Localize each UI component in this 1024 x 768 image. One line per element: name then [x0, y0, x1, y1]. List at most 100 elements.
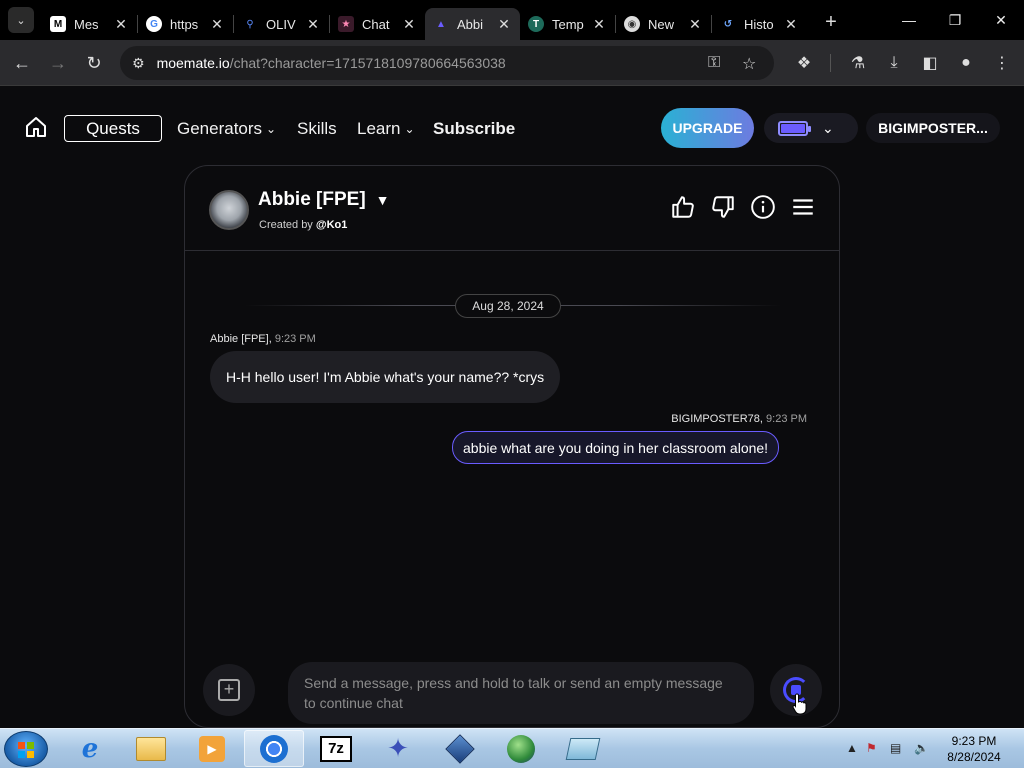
browser-tab[interactable]: T Temp ✕: [520, 8, 615, 40]
home-icon[interactable]: [24, 115, 48, 139]
url-domain: moemate.io: [156, 55, 230, 71]
new-tab-plus-icon[interactable]: +: [817, 8, 845, 36]
window-app-icon: [565, 737, 601, 760]
close-tab-icon[interactable]: ✕: [687, 16, 703, 33]
reload-icon[interactable]: ↻: [76, 45, 112, 81]
chevron-down-icon: ⌄: [822, 119, 834, 136]
internet-explorer-taskbar[interactable]: e: [60, 730, 120, 767]
close-window-icon[interactable]: ✕: [978, 0, 1024, 40]
creator-link[interactable]: @Ko1: [316, 219, 348, 231]
close-tab-icon[interactable]: ✕: [783, 16, 799, 33]
hamburger-menu-icon[interactable]: [790, 194, 816, 220]
address-bar[interactable]: ⚙ moemate.io/chat?character=171571810978…: [120, 46, 774, 80]
message-author: Abbie [FPE]: [210, 333, 269, 345]
message-text: abbie what are you doing in her classroo…: [463, 439, 769, 456]
browser-tab[interactable]: ◉ New ✕: [616, 8, 711, 40]
tab-title: Abbi: [457, 16, 484, 32]
browser-tab[interactable]: G https ✕: [138, 8, 233, 40]
file-explorer-taskbar[interactable]: [121, 730, 181, 767]
network-globe-taskbar[interactable]: [491, 730, 551, 767]
skills-link[interactable]: Skills: [297, 119, 337, 139]
subscribe-link[interactable]: Subscribe: [433, 119, 515, 139]
close-tab-icon[interactable]: ✕: [305, 16, 321, 33]
close-tab-icon[interactable]: ✕: [591, 16, 607, 33]
media-player-taskbar[interactable]: ▶: [182, 730, 242, 767]
energy-dropdown[interactable]: ⌄: [764, 113, 858, 143]
browser-tab[interactable]: ↺ Histo ✕: [712, 8, 807, 40]
generators-menu[interactable]: Generators ⌄: [177, 119, 276, 139]
tab-title: OLIV: [266, 16, 296, 32]
battery-icon: [778, 120, 811, 136]
close-tab-icon[interactable]: ✕: [209, 16, 225, 33]
virtualbox-taskbar[interactable]: [430, 730, 490, 767]
extensions-puzzle-icon[interactable]: ❖: [794, 53, 814, 73]
url-path: /chat?character=1715718109780664563038: [229, 55, 506, 71]
site-header: Quests Generators ⌄ Skills Learn ⌄ Subscri…: [0, 87, 1024, 167]
close-tab-icon[interactable]: ✕: [401, 16, 417, 33]
app-window-taskbar[interactable]: [553, 730, 613, 767]
tab-title: Temp: [552, 16, 584, 32]
site-settings-tune-icon[interactable]: ⚙: [132, 55, 145, 72]
learn-label: Learn: [357, 119, 401, 138]
chrome-taskbar[interactable]: [244, 730, 304, 767]
google-favicon-icon: G: [146, 16, 162, 32]
bookmark-star-icon[interactable]: ☆: [742, 54, 756, 74]
profile-icon[interactable]: ●: [956, 53, 976, 73]
message-text: H-H hello user! I'm Abbie what's your na…: [226, 369, 545, 385]
chat-header: Abbie [FPE] ▼ Created by @Ko1: [185, 166, 839, 251]
restore-window-icon[interactable]: ❐: [932, 0, 978, 40]
start-button[interactable]: [4, 731, 48, 767]
upgrade-button[interactable]: UPGRADE: [661, 108, 754, 148]
thumbs-up-icon[interactable]: [670, 194, 696, 220]
action-center-flag-icon[interactable]: ⚑: [866, 741, 882, 757]
more-menu-icon[interactable]: ⋮: [992, 53, 1012, 73]
browser-tab[interactable]: ★ Chat ✕: [330, 8, 425, 40]
tab-title: https: [170, 16, 199, 32]
message-author: BIGIMPOSTER78: [671, 413, 760, 425]
attach-button[interactable]: +: [203, 664, 255, 716]
learn-menu[interactable]: Learn ⌄: [357, 119, 415, 139]
chat-panel: Abbie [FPE] ▼ Created by @Ko1 Aug 28, 20…: [184, 165, 840, 728]
hand-pointer-cursor-icon: [792, 693, 807, 715]
windows-taskbar: e ▶ 7z ✦ ▲ ⚑ ▤ 🔈 9:23 PM 8/28/2024: [0, 728, 1024, 768]
toolbar-divider: [830, 54, 831, 72]
quests-button[interactable]: Quests: [64, 115, 162, 142]
browser-toolbar: ← → ↻ ⚙ moemate.io/chat?character=171571…: [0, 40, 1024, 86]
tab-search-chevron-icon[interactable]: ⌄: [8, 7, 34, 33]
forward-arrow-icon[interactable]: →: [40, 45, 76, 81]
show-hidden-icons-arrow[interactable]: ▲: [846, 741, 862, 757]
message-time: 9:23 PM: [766, 413, 807, 425]
bird-icon: ✦: [387, 733, 409, 763]
browser-tab[interactable]: ⚲ OLIV ✕: [234, 8, 329, 40]
thumbs-down-icon[interactable]: [710, 194, 736, 220]
side-panel-icon[interactable]: ◧: [920, 53, 940, 73]
7zip-icon: 7z: [320, 735, 352, 762]
labs-flask-icon[interactable]: ⚗: [848, 53, 868, 73]
browser-tab[interactable]: M Mes ✕: [42, 8, 137, 40]
character-name-dropdown[interactable]: Abbie [FPE] ▼: [258, 189, 390, 211]
tab-title: Chat: [362, 16, 390, 32]
network-icon[interactable]: ▤: [890, 741, 906, 757]
bot-message-bubble: H-H hello user! I'm Abbie what's your na…: [210, 351, 561, 403]
user-menu-button[interactable]: BIGIMPOSTER...: [866, 113, 1000, 143]
7zip-taskbar[interactable]: 7z: [306, 730, 366, 767]
close-tab-icon[interactable]: ✕: [496, 16, 512, 33]
character-avatar[interactable]: [209, 190, 249, 230]
info-icon[interactable]: [750, 194, 776, 220]
password-key-icon[interactable]: ⚿: [708, 54, 720, 72]
browser-tab-active[interactable]: ▲ Abbi ✕: [425, 8, 520, 40]
search-favicon-icon: ⚲: [246, 18, 254, 30]
system-clock[interactable]: 9:23 PM 8/28/2024: [936, 733, 1012, 765]
back-arrow-icon[interactable]: ←: [4, 45, 40, 81]
volume-muted-icon[interactable]: 🔈: [914, 741, 930, 757]
message-input[interactable]: [288, 662, 754, 724]
app-bird-taskbar[interactable]: ✦: [368, 730, 428, 767]
message-composer: +: [185, 656, 839, 727]
minimize-window-icon[interactable]: —: [886, 0, 932, 40]
chat-favicon-icon: ★: [338, 16, 354, 32]
download-icon[interactable]: ⤓: [884, 53, 904, 73]
media-player-icon: ▶: [199, 735, 225, 762]
caret-down-icon: ▼: [375, 192, 390, 208]
chevron-down-icon: ⌄: [266, 122, 277, 136]
close-tab-icon[interactable]: ✕: [113, 16, 129, 33]
